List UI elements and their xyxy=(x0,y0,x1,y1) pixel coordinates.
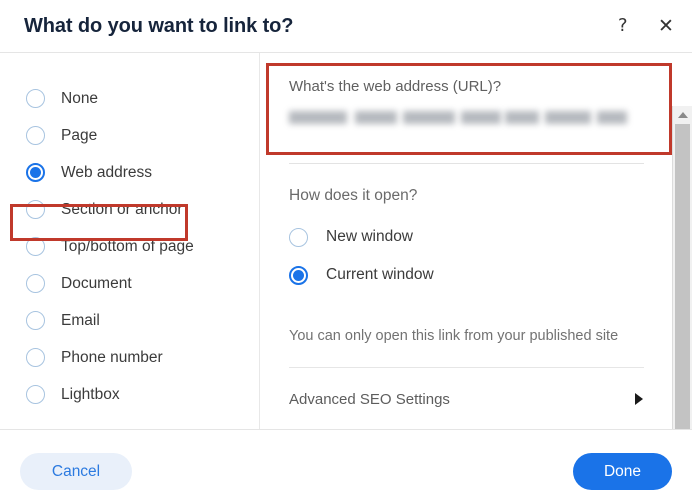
dialog-header: What do you want to link to? ? ✕ xyxy=(0,0,692,53)
link-type-option-none[interactable]: None xyxy=(0,80,260,117)
url-field-label: What's the web address (URL)? xyxy=(289,78,502,95)
cancel-button[interactable]: Cancel xyxy=(20,453,132,490)
redacted-text-block xyxy=(505,111,539,124)
radio-icon-selected[interactable] xyxy=(26,163,45,182)
link-to-dialog: What do you want to link to? ? ✕ None Pa… xyxy=(0,0,692,502)
link-type-label: None xyxy=(61,89,99,107)
link-type-option-email[interactable]: Email xyxy=(0,302,260,339)
note-divider xyxy=(289,367,644,368)
open-option-new-window[interactable]: New window xyxy=(289,218,434,256)
link-type-option-top-bottom-of-page[interactable]: Top/bottom of page xyxy=(0,228,260,265)
done-button[interactable]: Done xyxy=(573,453,672,490)
redacted-text-block xyxy=(545,111,591,124)
chevron-right-icon[interactable] xyxy=(635,393,643,405)
scrollbar[interactable] xyxy=(672,106,692,482)
scrollbar-thumb[interactable] xyxy=(675,124,690,446)
link-type-label: Document xyxy=(61,274,132,292)
open-behavior-label: How does it open? xyxy=(289,187,418,204)
link-type-panel: None Page Web address Section or anchor xyxy=(0,53,260,429)
redacted-text-block xyxy=(597,111,627,124)
link-type-label: Top/bottom of page xyxy=(61,237,194,255)
url-input[interactable] xyxy=(289,105,637,131)
link-type-radio-group: None Page Web address Section or anchor xyxy=(0,80,260,413)
redacted-text-block xyxy=(403,111,455,124)
page-title: What do you want to link to? xyxy=(24,15,294,37)
close-icon[interactable]: ✕ xyxy=(658,16,674,36)
link-type-option-document[interactable]: Document xyxy=(0,265,260,302)
redacted-text-block xyxy=(289,111,347,124)
url-field-divider xyxy=(289,163,644,164)
open-option-current-window[interactable]: Current window xyxy=(289,256,434,294)
radio-icon[interactable] xyxy=(26,237,45,256)
dialog-body: None Page Web address Section or anchor xyxy=(0,53,692,482)
advanced-seo-settings-label: Advanced SEO Settings xyxy=(289,391,450,408)
link-type-option-section-or-anchor[interactable]: Section or anchor xyxy=(0,191,260,228)
link-type-option-page[interactable]: Page xyxy=(0,117,260,154)
link-type-label: Phone number xyxy=(61,348,163,366)
radio-icon[interactable] xyxy=(26,89,45,108)
link-type-option-phone-number[interactable]: Phone number xyxy=(0,339,260,376)
link-type-label: Section or anchor xyxy=(61,200,183,218)
link-type-label: Email xyxy=(61,311,100,329)
radio-icon[interactable] xyxy=(26,274,45,293)
radio-icon[interactable] xyxy=(26,200,45,219)
radio-icon[interactable] xyxy=(289,227,308,247)
link-type-label: Web address xyxy=(61,163,153,181)
radio-icon[interactable] xyxy=(26,126,45,145)
radio-icon[interactable] xyxy=(26,348,45,367)
question-mark-icon[interactable]: ? xyxy=(618,16,628,36)
radio-icon-selected[interactable] xyxy=(289,265,308,285)
open-option-label: New window xyxy=(326,228,414,245)
redacted-text-block xyxy=(355,111,397,124)
link-type-label: Page xyxy=(61,126,98,144)
open-option-label: Current window xyxy=(326,266,434,283)
chevron-up-icon[interactable] xyxy=(673,106,692,123)
open-behavior-radio-group: New window Current window xyxy=(289,218,434,294)
link-type-label: Lightbox xyxy=(61,385,120,403)
link-type-option-lightbox[interactable]: Lightbox xyxy=(0,376,260,413)
radio-icon[interactable] xyxy=(26,311,45,330)
published-site-note: You can only open this link from your pu… xyxy=(289,328,619,344)
link-settings-panel: What's the web address (URL)? How does i… xyxy=(261,53,692,429)
advanced-seo-settings-row[interactable]: Advanced SEO Settings xyxy=(289,391,661,415)
redacted-text-block xyxy=(461,111,501,124)
link-type-option-web-address[interactable]: Web address xyxy=(0,154,260,191)
radio-icon[interactable] xyxy=(26,385,45,404)
